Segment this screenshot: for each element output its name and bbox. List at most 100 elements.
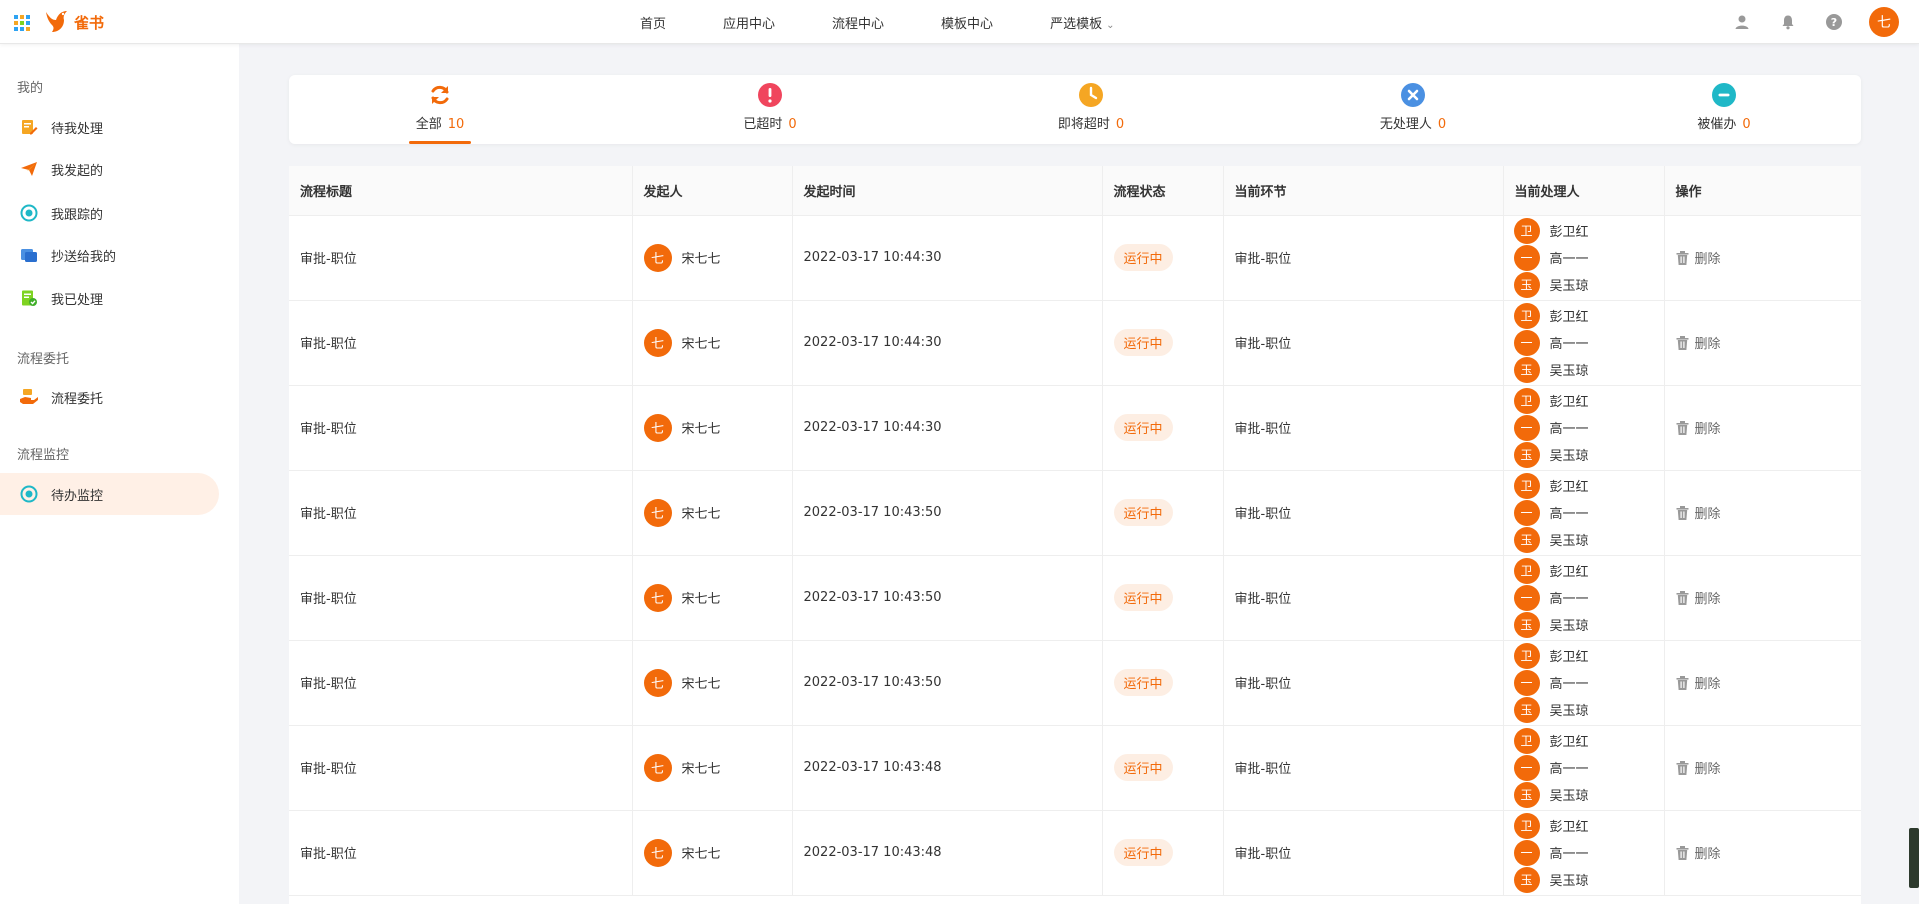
avatar: 玉 bbox=[1513, 611, 1540, 638]
refresh-icon bbox=[431, 85, 449, 105]
delete-button[interactable]: 删除 bbox=[1676, 333, 1862, 352]
cell-title: 审批-职位 bbox=[289, 385, 633, 471]
handler-name: 彭卫红 bbox=[1549, 650, 1589, 665]
col-header-handler: 当前处理人 bbox=[1503, 166, 1665, 216]
table-row[interactable]: 审批-职位 七 宋七七 2022-03-17 10:43:48 运行中 审批-职… bbox=[289, 725, 1862, 811]
delete-button[interactable]: 删除 bbox=[1676, 673, 1862, 692]
handler-item: 卫彭卫红 bbox=[1513, 472, 1664, 499]
delete-button[interactable]: 删除 bbox=[1676, 248, 1862, 267]
col-header-initiator: 发起人 bbox=[632, 166, 793, 216]
user-avatar[interactable]: 七 bbox=[1869, 7, 1899, 37]
handler-item: 一高一一 bbox=[1513, 244, 1664, 271]
handler-name: 高一一 bbox=[1549, 762, 1589, 777]
handler-item: 卫彭卫红 bbox=[1513, 387, 1664, 414]
nav-app-center[interactable]: 应用中心 bbox=[723, 13, 775, 32]
cell-initiator: 七 宋七七 bbox=[632, 470, 793, 556]
bell-icon[interactable] bbox=[1777, 11, 1799, 33]
tab-near-overdue-label: 即将超时 bbox=[1057, 117, 1110, 132]
cell-title: 审批-职位 bbox=[289, 300, 633, 386]
initiator-name: 宋七七 bbox=[681, 507, 721, 522]
sidebar-item-cc[interactable]: 抄送给我的 bbox=[0, 234, 219, 276]
cell-title: 审批-职位 bbox=[289, 640, 633, 726]
avatar: 玉 bbox=[1513, 441, 1540, 468]
active-tab-indicator bbox=[409, 141, 471, 144]
table-row[interactable]: 审批-职位 七 宋七七 2022-03-17 10:44:30 运行中 审批-职… bbox=[289, 385, 1862, 471]
nav-featured-templates[interactable]: 严选模板 ⌄ bbox=[1050, 13, 1114, 32]
cell-time: 2022-03-17 10:44:30 bbox=[792, 300, 1103, 386]
delete-button[interactable]: 删除 bbox=[1676, 758, 1862, 777]
sidebar-item-tracked[interactable]: 我跟踪的 bbox=[0, 192, 219, 234]
cell-status: 运行中 bbox=[1102, 725, 1224, 811]
top-nav: 首页 应用中心 流程中心 模板中心 严选模板 ⌄ bbox=[640, 0, 1171, 44]
handler-name: 彭卫红 bbox=[1549, 480, 1589, 495]
cell-time: 2022-03-17 10:44:30 bbox=[792, 215, 1103, 301]
avatar: 一 bbox=[1513, 584, 1540, 611]
handler-name: 彭卫红 bbox=[1549, 395, 1589, 410]
nav-template-center[interactable]: 模板中心 bbox=[941, 13, 993, 32]
handler-name: 吴玉琼 bbox=[1549, 449, 1589, 464]
delete-label: 删除 bbox=[1694, 337, 1721, 352]
avatar: 一 bbox=[1513, 329, 1540, 356]
handler-name: 彭卫红 bbox=[1549, 310, 1589, 325]
initiator-name: 宋七七 bbox=[681, 677, 721, 692]
handler-item: 一高一一 bbox=[1513, 669, 1664, 696]
table-row[interactable]: 审批-职位 七 宋七七 2022-03-17 10:43:50 运行中 审批-职… bbox=[289, 640, 1862, 726]
help-icon[interactable]: ? bbox=[1823, 11, 1845, 33]
delete-button[interactable]: 删除 bbox=[1676, 503, 1862, 522]
handler-item: 卫彭卫红 bbox=[1513, 727, 1664, 754]
cell-node: 审批-职位 bbox=[1223, 810, 1504, 896]
cell-title: 审批-职位 bbox=[289, 470, 633, 556]
cell-title: 审批-职位 bbox=[289, 555, 633, 641]
table-row[interactable]: 审批-职位 七 宋七七 2022-03-17 10:43:50 运行中 审批-职… bbox=[289, 555, 1862, 641]
avatar: 玉 bbox=[1513, 866, 1540, 893]
avatar: 卫 bbox=[1513, 812, 1540, 839]
table-row[interactable]: 审批-职位 七 宋七七 2022-03-17 10:44:30 运行中 审批-职… bbox=[289, 215, 1862, 301]
sidebar-item-done[interactable]: 我已处理 bbox=[0, 277, 219, 319]
avatar: 七 bbox=[643, 753, 672, 782]
table-row[interactable]: 审批-职位 七 宋七七 2022-03-17 10:43:48 运行中 审批-职… bbox=[289, 810, 1862, 896]
sidebar-item-delegation[interactable]: 流程委托 bbox=[0, 376, 219, 418]
tab-no-handler[interactable]: 无处理人 0 bbox=[1348, 75, 1478, 144]
sidebar-item-initiated[interactable]: 我发起的 bbox=[0, 148, 219, 190]
delete-button[interactable]: 删除 bbox=[1676, 418, 1862, 437]
handler-item: 卫彭卫红 bbox=[1513, 217, 1664, 244]
tab-overdue[interactable]: 已超时 0 bbox=[715, 75, 825, 144]
tab-all[interactable]: 全部 10 bbox=[399, 75, 481, 144]
scrollbar-thumb[interactable] bbox=[1909, 828, 1919, 888]
avatar: 七 bbox=[643, 328, 672, 357]
avatar: 卫 bbox=[1513, 727, 1540, 754]
nav-process-center[interactable]: 流程中心 bbox=[832, 13, 884, 32]
nav-home[interactable]: 首页 bbox=[640, 13, 666, 32]
cell-actions: 删除 bbox=[1664, 640, 1862, 726]
status-badge: 运行中 bbox=[1113, 584, 1173, 611]
cell-actions: 删除 bbox=[1664, 725, 1862, 811]
handler-item: 玉吴玉琼 bbox=[1513, 696, 1664, 723]
initiator-name: 宋七七 bbox=[681, 592, 721, 607]
status-badge: 运行中 bbox=[1113, 754, 1173, 781]
tab-urged[interactable]: 被催办 0 bbox=[1669, 75, 1779, 144]
avatar: 一 bbox=[1513, 499, 1540, 526]
table-row[interactable]: 审批-职位 七 宋七七 2022-03-17 10:44:30 运行中 审批-职… bbox=[289, 300, 1862, 386]
cell-time: 2022-03-17 10:43:50 bbox=[792, 470, 1103, 556]
table-row[interactable]: 审批-职位 七 宋七七 2022-03-17 10:43:50 运行中 审批-职… bbox=[289, 470, 1862, 556]
handler-item: 一高一一 bbox=[1513, 414, 1664, 441]
app-grid-icon[interactable] bbox=[14, 15, 30, 31]
handler-name: 高一一 bbox=[1549, 252, 1589, 267]
delete-label: 删除 bbox=[1694, 762, 1721, 777]
handler-item: 一高一一 bbox=[1513, 754, 1664, 781]
cell-initiator: 七 宋七七 bbox=[632, 385, 793, 471]
avatar: 卫 bbox=[1513, 642, 1540, 669]
sidebar-item-pending[interactable]: 待我处理 bbox=[0, 106, 219, 148]
delete-button[interactable]: 删除 bbox=[1676, 843, 1862, 862]
close-circle-icon bbox=[1401, 83, 1425, 107]
avatar: 玉 bbox=[1513, 271, 1540, 298]
cell-title: 审批-职位 bbox=[289, 810, 633, 896]
cell-handlers: 卫彭卫红 一高一一 玉吴玉琼 bbox=[1503, 470, 1665, 556]
tab-near-overdue[interactable]: 即将超时 0 bbox=[1026, 75, 1156, 144]
cell-status: 运行中 bbox=[1102, 215, 1224, 301]
sidebar-item-todo-monitor[interactable]: 待办监控 bbox=[0, 473, 219, 515]
delete-button[interactable]: 删除 bbox=[1676, 588, 1862, 607]
logo[interactable]: 雀书 bbox=[42, 6, 104, 38]
user-icon[interactable] bbox=[1731, 11, 1753, 33]
avatar: 七 bbox=[643, 243, 672, 272]
